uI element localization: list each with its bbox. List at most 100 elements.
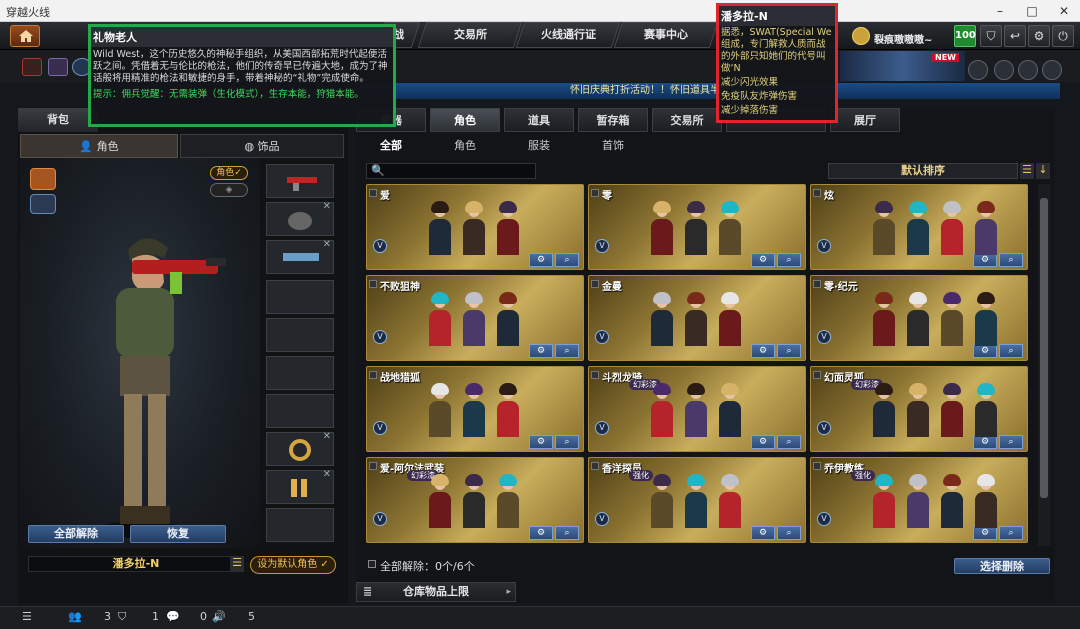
nav-tab-events[interactable]: 赛事中心 xyxy=(613,22,719,48)
search-icon[interactable]: ⌕ xyxy=(555,526,579,540)
gear-icon[interactable]: ⚙ xyxy=(973,253,997,267)
volume-icon[interactable]: 🔊 xyxy=(212,610,226,623)
slot-primary-weapon[interactable] xyxy=(266,164,334,198)
item-card[interactable]: 不败狙神 V ⚙ ⌕ xyxy=(366,275,584,361)
remove-icon[interactable]: ✕ xyxy=(323,239,331,250)
gear-icon[interactable]: ⚙ xyxy=(973,435,997,449)
tab-backpack[interactable]: 背包 xyxy=(18,108,98,132)
item-card[interactable]: 炫 V ⚙ ⌕ xyxy=(810,184,1028,270)
nav-tab-exchange[interactable]: 交易所 xyxy=(417,22,523,48)
gear-icon[interactable]: ⚙ xyxy=(973,526,997,540)
shield-icon[interactable]: ⛉ xyxy=(980,25,1002,47)
filter-jewelry[interactable]: 首饰 xyxy=(602,138,624,154)
tab-character[interactable]: 角色 xyxy=(430,108,500,132)
gear-icon[interactable]: ⚙ xyxy=(973,344,997,358)
tab-exchange[interactable]: 交易所 xyxy=(652,108,722,132)
select-all-checkbox[interactable] xyxy=(368,560,376,568)
chat-icon[interactable]: 💬 xyxy=(166,610,180,623)
event-icon-3[interactable] xyxy=(1018,60,1038,80)
subtab-accessory[interactable]: ◍ 饰品 xyxy=(180,134,344,158)
card-checkbox[interactable] xyxy=(591,189,599,197)
power-icon[interactable]: ⏻ xyxy=(1052,25,1074,47)
friends-icon[interactable]: 👥 xyxy=(68,610,82,623)
pose-icon[interactable] xyxy=(30,194,56,214)
clear-all-button[interactable]: 全部解除 xyxy=(28,525,124,543)
emote-icon[interactable] xyxy=(30,168,56,190)
toggle-on-icon[interactable] xyxy=(22,58,42,76)
search-icon[interactable]: ⌕ xyxy=(555,253,579,267)
scrollbar[interactable] xyxy=(1038,184,1050,546)
exit-room-icon[interactable]: ↩ xyxy=(1004,25,1026,47)
card-checkbox[interactable] xyxy=(369,371,377,379)
menu-icon[interactable]: ☰ xyxy=(230,556,244,572)
slot-pack[interactable] xyxy=(266,356,334,390)
item-card[interactable]: 战地猎狐 V ⚙ ⌕ xyxy=(366,366,584,452)
gear-icon[interactable]: ⚙ xyxy=(529,253,553,267)
card-checkbox[interactable] xyxy=(813,189,821,197)
capacity-button[interactable]: ≣ 仓库物品上限 ▸ xyxy=(356,582,516,602)
card-checkbox[interactable] xyxy=(591,371,599,379)
slot-top[interactable] xyxy=(266,318,334,352)
slot-vest[interactable] xyxy=(266,280,334,314)
close-button[interactable]: ✕ xyxy=(1048,0,1080,22)
maximize-button[interactable]: □ xyxy=(1016,0,1048,22)
slot-pants[interactable] xyxy=(266,394,334,428)
event-icon-1[interactable] xyxy=(968,60,988,80)
gear-icon[interactable]: ⚙ xyxy=(1028,25,1050,47)
slot-ammo[interactable]: ✕ xyxy=(266,469,334,504)
subtab-character[interactable]: 👤 角色 xyxy=(20,134,178,158)
minimize-button[interactable]: – xyxy=(984,0,1016,22)
gear-icon[interactable]: ⚙ xyxy=(751,526,775,540)
slot-helmet[interactable]: ✕ xyxy=(266,201,334,236)
character-preview[interactable] xyxy=(20,158,260,548)
item-card[interactable]: 爱 V ⚙ ⌕ xyxy=(366,184,584,270)
item-card[interactable]: 斗烈龙骑 幻彩漆 V ⚙ ⌕ xyxy=(588,366,806,452)
tab-gallery[interactable]: 展厅 xyxy=(830,108,900,132)
gear-icon[interactable]: ⚙ xyxy=(751,253,775,267)
promo-banner[interactable]: NEW xyxy=(840,51,965,81)
gear-icon[interactable]: ⚙ xyxy=(529,435,553,449)
search-icon[interactable]: ⌕ xyxy=(777,526,801,540)
nav-tab-battlepass[interactable]: 火线通行证 xyxy=(515,22,621,48)
search-icon[interactable]: ⌕ xyxy=(777,344,801,358)
sort-select[interactable]: 默认排序 xyxy=(828,163,1018,179)
gear-icon[interactable]: ⚙ xyxy=(529,526,553,540)
card-checkbox[interactable] xyxy=(813,371,821,379)
search-icon[interactable]: ⌕ xyxy=(999,435,1023,449)
search-icon[interactable]: ⌕ xyxy=(555,435,579,449)
search-icon[interactable]: ⌕ xyxy=(999,526,1023,540)
news-ticker[interactable]: 怀旧庆典打折活动！！怀旧道具半价 xyxy=(360,83,1060,99)
slot-spray[interactable] xyxy=(266,508,334,542)
gear-icon[interactable]: ⚙ xyxy=(751,344,775,358)
item-card[interactable]: 金曼 V ⚙ ⌕ xyxy=(588,275,806,361)
accessory-tag[interactable]: ◈ xyxy=(210,183,248,197)
event-icon-4[interactable] xyxy=(1042,60,1062,80)
remove-icon[interactable]: ✕ xyxy=(323,469,331,480)
search-input[interactable]: 🔍 xyxy=(366,163,536,179)
delete-selected-button[interactable]: 选择删除 xyxy=(954,558,1050,574)
sort-direction-icon[interactable]: ↓ xyxy=(1036,163,1050,179)
card-checkbox[interactable] xyxy=(369,189,377,197)
clan-icon[interactable]: ⛉ xyxy=(118,610,126,624)
remove-icon[interactable]: ✕ xyxy=(323,431,331,442)
card-checkbox[interactable] xyxy=(369,462,377,470)
remove-icon[interactable]: ✕ xyxy=(323,201,331,212)
search-icon[interactable]: ⌕ xyxy=(999,253,1023,267)
search-icon[interactable]: ⌕ xyxy=(999,344,1023,358)
tab-item[interactable]: 道具 xyxy=(504,108,574,132)
tab-storage[interactable]: 暂存箱 xyxy=(578,108,648,132)
slot-ring[interactable]: ✕ xyxy=(266,431,334,466)
search-icon[interactable]: ⌕ xyxy=(777,435,801,449)
restore-button[interactable]: 恢复 xyxy=(130,525,226,543)
event-icon-2[interactable] xyxy=(994,60,1014,80)
card-checkbox[interactable] xyxy=(369,280,377,288)
home-button[interactable] xyxy=(10,25,40,47)
card-checkbox[interactable] xyxy=(813,280,821,288)
search-icon[interactable]: ⌕ xyxy=(555,344,579,358)
item-card[interactable]: 幻面灵狐 幻彩漆 V ⚙ ⌕ xyxy=(810,366,1028,452)
card-checkbox[interactable] xyxy=(591,280,599,288)
card-checkbox[interactable] xyxy=(591,462,599,470)
filter-clothing[interactable]: 服装 xyxy=(528,138,550,154)
list-icon[interactable]: ☰ xyxy=(22,610,32,623)
character-tag[interactable]: 角色✓ xyxy=(210,166,248,180)
